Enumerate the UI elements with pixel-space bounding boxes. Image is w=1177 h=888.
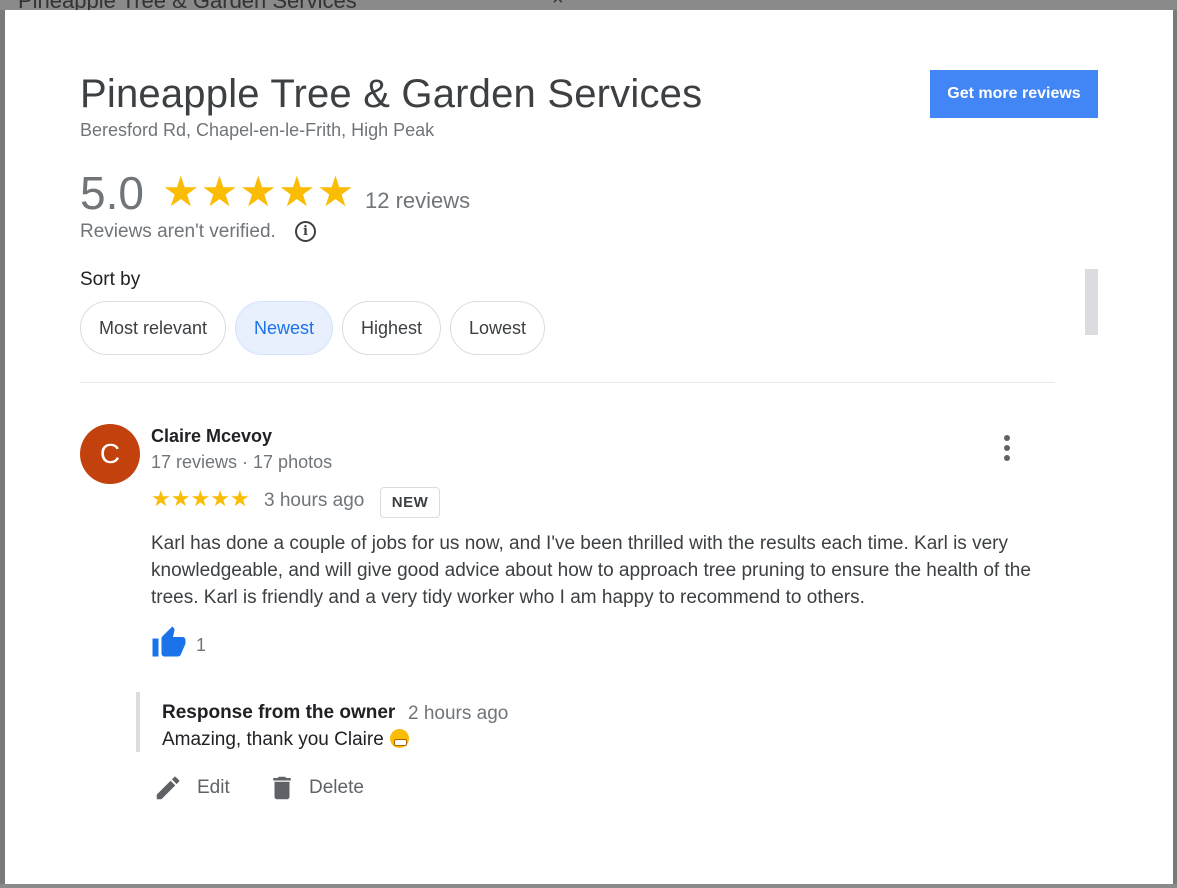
sort-label: Sort by <box>80 269 141 290</box>
review-text: Karl has done a couple of jobs for us no… <box>151 533 1031 608</box>
star-icon: ★ <box>210 486 230 511</box>
thumbs-up-icon[interactable] <box>151 625 187 661</box>
dot <box>1004 455 1010 461</box>
business-address: Beresford Rd, Chapel-en-le-Frith, High P… <box>80 120 435 140</box>
grinning-emoji-icon <box>389 729 409 748</box>
review-count: 12 reviews <box>365 188 471 213</box>
owner-response-body: Amazing, thank you Claire <box>162 729 384 750</box>
new-badge: NEW <box>380 487 440 518</box>
star-icon: ★ <box>200 168 239 215</box>
dot <box>1004 435 1010 441</box>
edit-label: Edit <box>197 777 230 798</box>
star-icon: ★ <box>229 486 250 511</box>
background-title: Pineapple Tree & Garden Services <box>18 0 357 10</box>
star-icon: ★ <box>151 486 171 511</box>
rating-value: 5.0 <box>80 167 144 219</box>
background-footer <box>0 884 1177 888</box>
verification-note: Reviews aren't verified. <box>80 221 276 242</box>
dot <box>1004 445 1010 451</box>
like-count: 1 <box>196 635 207 655</box>
star-icon: ★ <box>316 168 355 215</box>
star-icon: ★ <box>277 168 316 215</box>
sort-most-relevant-chip[interactable]: Most relevant <box>80 301 226 355</box>
star-icon: ★ <box>170 486 191 511</box>
sort-lowest-chip[interactable]: Lowest <box>450 301 545 355</box>
reviewer-name[interactable]: Claire Mcevoy <box>151 426 272 447</box>
reviews-dialog: Pineapple Tree & Garden Services Beresfo… <box>5 10 1173 884</box>
reviewer-meta: 17 reviews · 17 photos <box>151 452 333 472</box>
owner-response: Response from the owner 2 hours ago Amaz… <box>136 692 636 752</box>
info-icon[interactable]: i <box>295 221 316 242</box>
owner-response-title: Response from the owner <box>162 702 396 723</box>
scrollbar-thumb[interactable] <box>1085 269 1098 335</box>
background-close-icon: × <box>552 0 564 10</box>
delete-button[interactable]: Delete <box>267 772 364 804</box>
background-page: Pineapple Tree & Garden Services × <box>0 0 1177 10</box>
owner-response-time: 2 hours ago <box>408 703 509 724</box>
pencil-icon <box>156 776 180 800</box>
star-icon: ★ <box>190 486 211 511</box>
delete-label: Delete <box>309 777 364 798</box>
sort-highest-chip[interactable]: Highest <box>342 301 441 355</box>
avatar[interactable]: C <box>80 424 140 484</box>
divider <box>80 382 1055 383</box>
more-options-icon[interactable] <box>995 430 1019 466</box>
business-name: Pineapple Tree & Garden Services <box>80 72 703 116</box>
sort-newest-chip[interactable]: Newest <box>235 301 333 355</box>
owner-response-text: Amazing, thank you Claire <box>162 729 409 751</box>
rating-stars: ★ ★ ★ ★ ★ <box>162 170 354 214</box>
star-icon: ★ <box>162 168 200 215</box>
review-time: 3 hours ago <box>264 490 365 511</box>
trash-icon <box>273 776 291 800</box>
star-icon: ★ <box>239 168 277 215</box>
review-stars: ★ ★ ★ ★ ★ <box>151 488 250 510</box>
edit-button[interactable]: Edit <box>153 772 230 804</box>
get-more-reviews-button[interactable]: Get more reviews <box>930 70 1098 118</box>
